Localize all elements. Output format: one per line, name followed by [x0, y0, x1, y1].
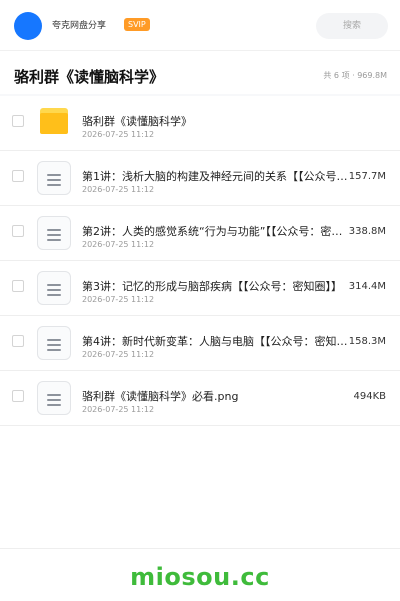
file-date: 2026-07-25 11:12	[82, 350, 155, 359]
file-date: 2026-07-25 11:12	[82, 130, 155, 139]
row-checkbox[interactable]	[12, 170, 24, 182]
file-name: 骆利群《读懂脑科学》必看.png	[82, 390, 239, 403]
file-name: 骆利群《读懂脑科学》	[82, 115, 192, 128]
file-date: 2026-07-25 11:12	[82, 240, 155, 249]
file-size: 157.7M	[346, 171, 386, 182]
file-date: 2026-07-25 11:12	[82, 185, 155, 194]
list-item[interactable]: 第3讲：记忆的形成与脑部疾病【【公众号：密知圈】】 2026-07-25 11:…	[0, 261, 400, 316]
avatar[interactable]	[14, 12, 42, 40]
document-icon	[37, 326, 71, 360]
page-title: 骆利群《读懂脑科学》	[14, 68, 165, 86]
row-checkbox[interactable]	[12, 225, 24, 237]
file-list: 骆利群《读懂脑科学》 2026-07-25 11:12 第1讲：浅析大脑的构建及…	[0, 96, 400, 426]
document-icon	[37, 271, 71, 305]
file-size: 338.8M	[346, 226, 386, 237]
watermark: miosou.cc	[130, 563, 270, 591]
app-name: 夸克网盘分享	[52, 21, 107, 31]
list-item[interactable]: 第2讲：人类的感觉系统“行为与功能”【【公众号：密… 2026-07-25 11…	[0, 206, 400, 261]
row-checkbox[interactable]	[12, 280, 24, 292]
row-checkbox[interactable]	[12, 335, 24, 347]
row-checkbox[interactable]	[12, 390, 24, 402]
footer: miosou.cc	[0, 548, 400, 601]
file-size: 314.4M	[346, 281, 386, 292]
svip-badge: SVIP	[124, 18, 150, 31]
file-size: 494KB	[351, 391, 386, 402]
folder-icon	[40, 108, 68, 134]
list-item[interactable]: 第1讲：浅析大脑的构建及神经元间的关系【【公众号：密知圈】 2026-07-25…	[0, 151, 400, 206]
file-date: 2026-07-25 11:12	[82, 295, 155, 304]
folder-summary: 共 6 项 · 969.8M	[323, 71, 387, 80]
list-item[interactable]: 第4讲：新时代新变革：人脑与电脑【【公众号：密知圈】 2026-07-25 11…	[0, 316, 400, 371]
list-item[interactable]: 骆利群《读懂脑科学》 2026-07-25 11:12	[0, 96, 400, 151]
document-icon	[37, 161, 71, 195]
document-icon	[37, 216, 71, 250]
list-item[interactable]: 骆利群《读懂脑科学》必看.png 2026-07-25 11:12 494KB	[0, 371, 400, 426]
file-name: 第2讲：人类的感觉系统“行为与功能”【【公众号：密…	[82, 225, 343, 238]
row-checkbox[interactable]	[12, 115, 24, 127]
file-date: 2026-07-25 11:12	[82, 405, 155, 414]
search-input[interactable]	[316, 13, 388, 39]
image-file-icon	[37, 381, 71, 415]
file-name: 第1讲：浅析大脑的构建及神经元间的关系【【公众号：密知圈】	[82, 170, 350, 183]
file-name: 第3讲：记忆的形成与脑部疾病【【公众号：密知圈】】	[82, 280, 342, 293]
file-name: 第4讲：新时代新变革：人脑与电脑【【公众号：密知圈】	[82, 335, 350, 348]
top-bar: 夸克网盘分享 SVIP	[0, 0, 400, 51]
file-size: 158.3M	[346, 336, 386, 347]
